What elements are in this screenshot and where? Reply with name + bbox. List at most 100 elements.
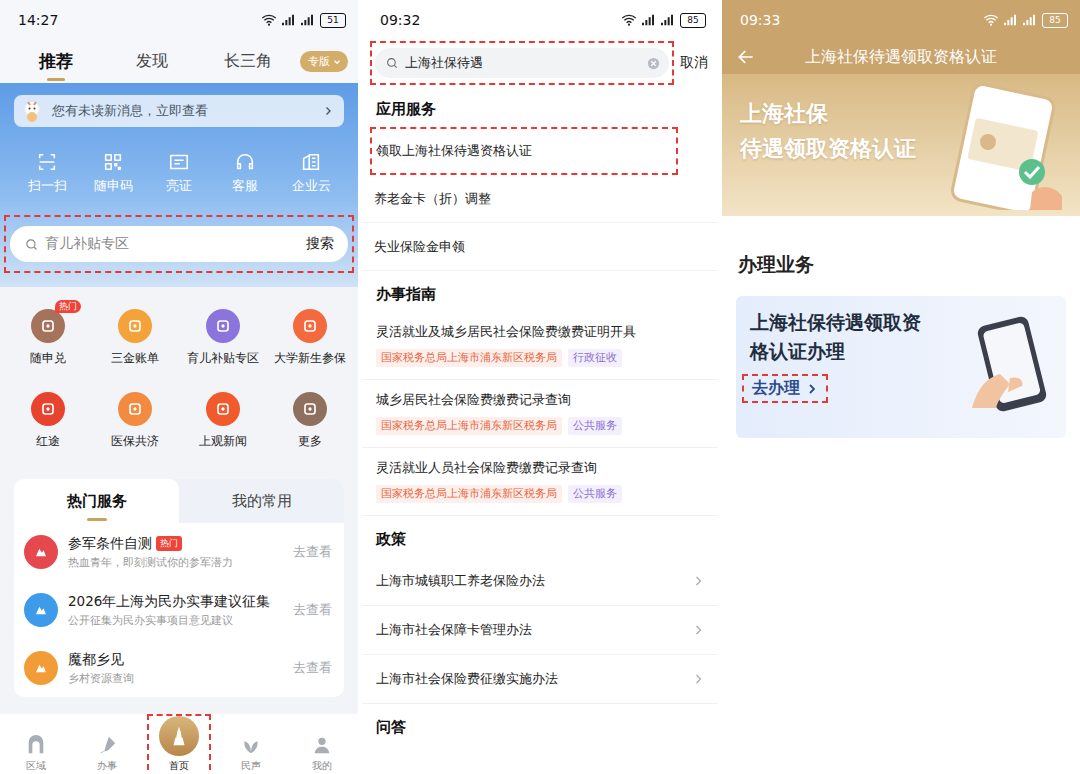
app-service-row[interactable]: 养老金卡（折）调整 bbox=[362, 175, 718, 223]
quick-action-icon bbox=[300, 151, 322, 173]
top-tab[interactable]: 推荐 bbox=[8, 50, 104, 73]
nav-item[interactable]: 区域 bbox=[0, 714, 72, 774]
section-title: 办理业务 bbox=[722, 216, 1080, 296]
quick-action[interactable]: 亮证 bbox=[146, 151, 212, 195]
section-title: 办事指南 bbox=[362, 271, 718, 312]
quick-action-label: 亮证 bbox=[166, 178, 192, 195]
service-icon bbox=[300, 399, 320, 419]
service-icon bbox=[31, 600, 51, 620]
grid-item-label: 三金账单 bbox=[111, 351, 159, 366]
guide-tags: 国家税务总局上海市浦东新区税务局公共服务 bbox=[376, 485, 704, 503]
service-title-line: 参军条件自测热门 bbox=[68, 535, 283, 553]
policy-row[interactable]: 上海市城镇职工养老保险办法 bbox=[362, 557, 718, 606]
grid-item[interactable]: 红途 bbox=[4, 392, 92, 449]
home-screen: 14:2751推荐发现长三角专版您有未读新消息，立即查看扫一扫随申码亮证客服企业… bbox=[0, 0, 358, 774]
grid-item[interactable]: 三金账单 bbox=[92, 309, 180, 366]
chevron-right-icon bbox=[692, 673, 704, 685]
search-field[interactable]: 上海社保待遇 bbox=[375, 48, 669, 78]
guide-title: 灵活就业人员社会保险费缴费记录查询 bbox=[376, 459, 704, 477]
app-service-row[interactable]: 失业保险金申领 bbox=[362, 223, 718, 271]
edition-dropdown[interactable]: 专版 bbox=[300, 51, 348, 72]
grid-item[interactable]: 更多 bbox=[267, 392, 355, 449]
hero-banner: 您有未读新消息，立即查看扫一扫随申码亮证 客服 企业云育儿补贴专区搜索 bbox=[0, 83, 358, 287]
quick-action[interactable]: 随申码 bbox=[80, 151, 146, 195]
guide-tag: 国家税务总局上海市浦东新区税务局 bbox=[376, 417, 562, 435]
nav-item[interactable]: 办事 bbox=[72, 714, 144, 774]
grid-item[interactable]: 育儿补贴专区 bbox=[179, 309, 267, 366]
card-tab[interactable]: 我的常用 bbox=[179, 479, 344, 523]
service-icon bbox=[125, 316, 145, 336]
clear-icon[interactable] bbox=[646, 56, 661, 71]
grid-item-icon bbox=[118, 392, 152, 426]
service-text: 魔都乡见乡村资源查询 bbox=[68, 651, 283, 686]
chevron-down-icon bbox=[332, 57, 342, 67]
nav-item[interactable]: 民声 bbox=[215, 714, 287, 774]
card-tabs: 热门服务我的常用 bbox=[14, 479, 344, 523]
search-bar[interactable]: 育儿补贴专区搜索 bbox=[10, 226, 348, 262]
back-arrow-icon[interactable] bbox=[736, 47, 756, 67]
view-link[interactable]: 去查看 bbox=[293, 659, 332, 677]
nav-icon bbox=[96, 734, 118, 756]
search-placeholder: 育儿补贴专区 bbox=[45, 235, 300, 253]
service-row[interactable]: 魔都乡见乡村资源查询去查看 bbox=[14, 639, 344, 697]
card-tab[interactable]: 热门服务 bbox=[14, 479, 179, 523]
view-link[interactable]: 去查看 bbox=[293, 543, 332, 561]
grid-item[interactable]: 热门随申兑 bbox=[4, 309, 92, 366]
cancel-button[interactable]: 取消 bbox=[678, 54, 710, 72]
service-icon bbox=[31, 658, 51, 678]
business-card-text: 上海社保待遇领取资格认证办理去办理 bbox=[750, 308, 930, 428]
quick-action[interactable]: 企业云 bbox=[278, 151, 344, 195]
service-row[interactable]: 参军条件自测热门热血青年，即刻测试你的参军潜力去查看 bbox=[14, 523, 344, 581]
grid-item[interactable]: 医保共济 bbox=[92, 392, 180, 449]
guide-title: 城乡居民社会保险费缴费记录查询 bbox=[376, 391, 704, 409]
search-results: 应用服务领取上海社保待遇资格认证养老金卡（折）调整失业保险金申领办事指南灵活就业… bbox=[362, 86, 718, 774]
quick-action-label: 客服 bbox=[232, 178, 258, 195]
guide-item[interactable]: 灵活就业人员社会保险费缴费记录查询国家税务总局上海市浦东新区税务局公共服务 bbox=[362, 448, 718, 516]
signal-icon bbox=[299, 12, 315, 28]
status-bar: 09:33 85 bbox=[722, 0, 1080, 40]
app-service-row[interactable]: 领取上海社保待遇资格认证 bbox=[370, 127, 678, 175]
policy-row[interactable]: 上海市社会保险费征缴实施办法 bbox=[362, 655, 718, 704]
section-title: 问答 bbox=[362, 704, 718, 745]
hand-phone-icon bbox=[952, 308, 1062, 418]
status-time: 09:33 bbox=[740, 12, 780, 28]
signal-icon bbox=[280, 12, 296, 28]
policy-label: 上海市城镇职工养老保险办法 bbox=[376, 572, 545, 590]
quick-action[interactable]: 扫一扫 bbox=[14, 151, 80, 195]
battery-level: 85 bbox=[1042, 13, 1068, 28]
nav-item[interactable]: 我的 bbox=[286, 714, 358, 774]
tower-icon bbox=[168, 725, 190, 747]
service-icon bbox=[213, 399, 233, 419]
grid-item[interactable]: 大学新生参保 bbox=[267, 309, 355, 366]
grid-item[interactable]: 上观新闻 bbox=[179, 392, 267, 449]
policy-label: 上海市社会保险费征缴实施办法 bbox=[376, 670, 558, 688]
business-card[interactable]: 上海社保待遇领取资格认证办理去办理 bbox=[736, 296, 1066, 438]
service-title: 参军条件自测 bbox=[68, 535, 152, 553]
detail-banner: 上海社保待遇领取资格认证 bbox=[722, 74, 1080, 216]
chevron-right-icon bbox=[692, 624, 704, 636]
go-handle-button[interactable]: 去办理 bbox=[742, 374, 828, 403]
top-tab[interactable]: 发现 bbox=[104, 51, 200, 72]
quick-action[interactable]: 客服 bbox=[212, 151, 278, 195]
service-grid: 热门随申兑三金账单 育儿补贴专区大学新生参保红途医保共济上观新闻更多 bbox=[0, 287, 358, 449]
service-text: 2026年上海为民办实事建议征集公开征集为民办实事项目意见建议 bbox=[68, 593, 283, 628]
phone-certificate-icon bbox=[940, 80, 1070, 210]
battery-level: 51 bbox=[320, 13, 346, 28]
policy-row[interactable]: 上海市社会保障卡管理办法 bbox=[362, 606, 718, 655]
grid-item-icon: 热门 bbox=[31, 309, 65, 343]
status-time: 09:32 bbox=[380, 12, 420, 28]
search-button[interactable]: 搜索 bbox=[306, 235, 334, 253]
wifi-icon bbox=[261, 12, 277, 28]
quick-actions: 扫一扫随申码亮证 客服 企业云 bbox=[14, 151, 344, 195]
top-tab[interactable]: 长三角 bbox=[200, 51, 296, 72]
page-header: 上海社保待遇领取资格认证 bbox=[722, 40, 1080, 74]
guide-item[interactable]: 灵活就业及城乡居民社会保险费缴费证明开具国家税务总局上海市浦东新区税务局行政征收 bbox=[362, 312, 718, 380]
guide-item[interactable]: 城乡居民社会保险费缴费记录查询国家税务总局上海市浦东新区税务局公共服务 bbox=[362, 380, 718, 448]
nav-item[interactable]: 首页 bbox=[147, 714, 211, 774]
status-icons: 51 bbox=[261, 12, 346, 28]
service-row[interactable]: 2026年上海为民办实事建议征集公开征集为民办实事项目意见建议去查看 bbox=[14, 581, 344, 639]
wifi-icon bbox=[621, 12, 637, 28]
view-link[interactable]: 去查看 bbox=[293, 601, 332, 619]
notice-bar[interactable]: 您有未读新消息，立即查看 bbox=[14, 95, 344, 127]
service-subtitle: 公开征集为民办实事项目意见建议 bbox=[68, 614, 283, 628]
